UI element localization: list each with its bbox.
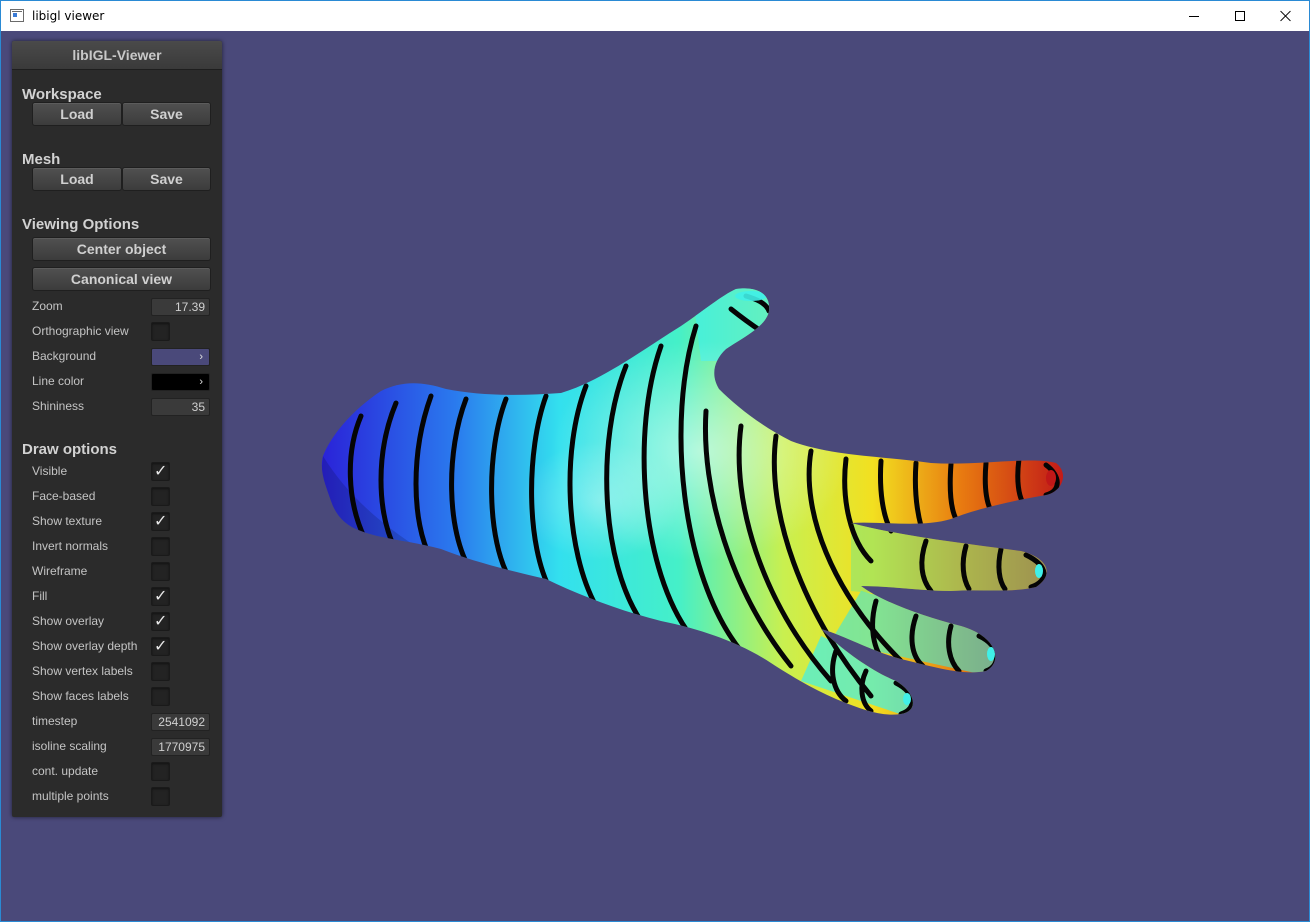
- cont-update-checkbox[interactable]: [151, 762, 170, 781]
- fill-label: Fill: [32, 589, 48, 603]
- draw-options-title[interactable]: Draw options: [22, 441, 117, 458]
- mesh-title[interactable]: Mesh: [22, 151, 60, 168]
- mesh-load-button[interactable]: Load: [32, 167, 122, 191]
- window-title: libigl viewer: [32, 9, 105, 23]
- line-color-label: Line color: [32, 374, 85, 388]
- 3d-viewport[interactable]: libIGL-Viewer Workspace Load Save Mesh L…: [1, 31, 1309, 921]
- show-vertex-labels-label: Show vertex labels: [32, 664, 133, 678]
- zoom-input[interactable]: 17.39: [151, 298, 210, 316]
- close-button[interactable]: [1263, 1, 1309, 31]
- app-icon: [10, 9, 24, 22]
- panel-title[interactable]: libIGL-Viewer: [12, 41, 222, 70]
- chevron-right-icon: ›: [199, 351, 203, 363]
- show-vertex-labels-checkbox[interactable]: [151, 662, 170, 681]
- show-texture-label: Show texture: [32, 514, 103, 528]
- background-color-picker[interactable]: ›: [151, 348, 210, 366]
- shininess-input[interactable]: 35: [151, 398, 210, 416]
- background-label: Background: [32, 349, 97, 363]
- viewing-options-title[interactable]: Viewing Options: [22, 216, 139, 233]
- shininess-label: Shininess: [32, 399, 85, 413]
- timestep-input[interactable]: 2541092: [151, 713, 210, 731]
- fill-checkbox[interactable]: [151, 586, 170, 606]
- multiple-points-label: multiple points: [32, 789, 109, 803]
- workspace-title[interactable]: Workspace: [22, 86, 102, 103]
- cont-update-label: cont. update: [32, 764, 99, 778]
- visible-label: Visible: [32, 464, 68, 478]
- wireframe-checkbox[interactable]: [151, 562, 170, 581]
- show-faces-labels-label: Show faces labels: [32, 689, 129, 703]
- orthographic-label: Orthographic view: [32, 324, 129, 338]
- multiple-points-checkbox[interactable]: [151, 787, 170, 806]
- center-object-button[interactable]: Center object: [32, 237, 211, 261]
- viewer-panel: libIGL-Viewer Workspace Load Save Mesh L…: [12, 41, 222, 817]
- workspace-save-button[interactable]: Save: [122, 102, 211, 126]
- hand-surface: [321, 288, 1064, 715]
- isoline-scaling-label: isoline scaling: [32, 739, 107, 753]
- show-texture-checkbox[interactable]: [151, 511, 170, 531]
- orthographic-checkbox[interactable]: [151, 322, 170, 341]
- timestep-label: timestep: [32, 714, 78, 728]
- face-based-checkbox[interactable]: [151, 487, 170, 506]
- show-overlay-depth-label: Show overlay depth: [32, 639, 138, 653]
- maximize-icon: [1235, 11, 1245, 21]
- show-overlay-depth-checkbox[interactable]: [151, 636, 170, 656]
- visible-checkbox[interactable]: [151, 461, 170, 481]
- close-icon: [1280, 10, 1292, 22]
- isoline-scaling-input[interactable]: 1770975: [151, 738, 210, 756]
- show-overlay-label: Show overlay: [32, 614, 105, 628]
- app-window: libigl viewer libIGL-Viewer Workspace Lo…: [0, 0, 1310, 922]
- workspace-load-button[interactable]: Load: [32, 102, 122, 126]
- line-color-picker[interactable]: ›: [151, 373, 210, 391]
- zoom-label: Zoom: [32, 299, 63, 313]
- minimize-icon: [1189, 15, 1199, 17]
- minimize-button[interactable]: [1171, 1, 1217, 31]
- maximize-button[interactable]: [1217, 1, 1263, 31]
- invert-normals-label: Invert normals: [32, 539, 109, 553]
- chevron-right-icon: ›: [199, 376, 203, 388]
- title-bar[interactable]: libigl viewer: [1, 1, 1309, 31]
- canonical-view-button[interactable]: Canonical view: [32, 267, 211, 291]
- mesh-save-button[interactable]: Save: [122, 167, 211, 191]
- wireframe-label: Wireframe: [32, 564, 88, 578]
- show-overlay-checkbox[interactable]: [151, 611, 170, 631]
- face-based-label: Face-based: [32, 489, 96, 503]
- invert-normals-checkbox[interactable]: [151, 537, 170, 556]
- show-faces-labels-checkbox[interactable]: [151, 687, 170, 706]
